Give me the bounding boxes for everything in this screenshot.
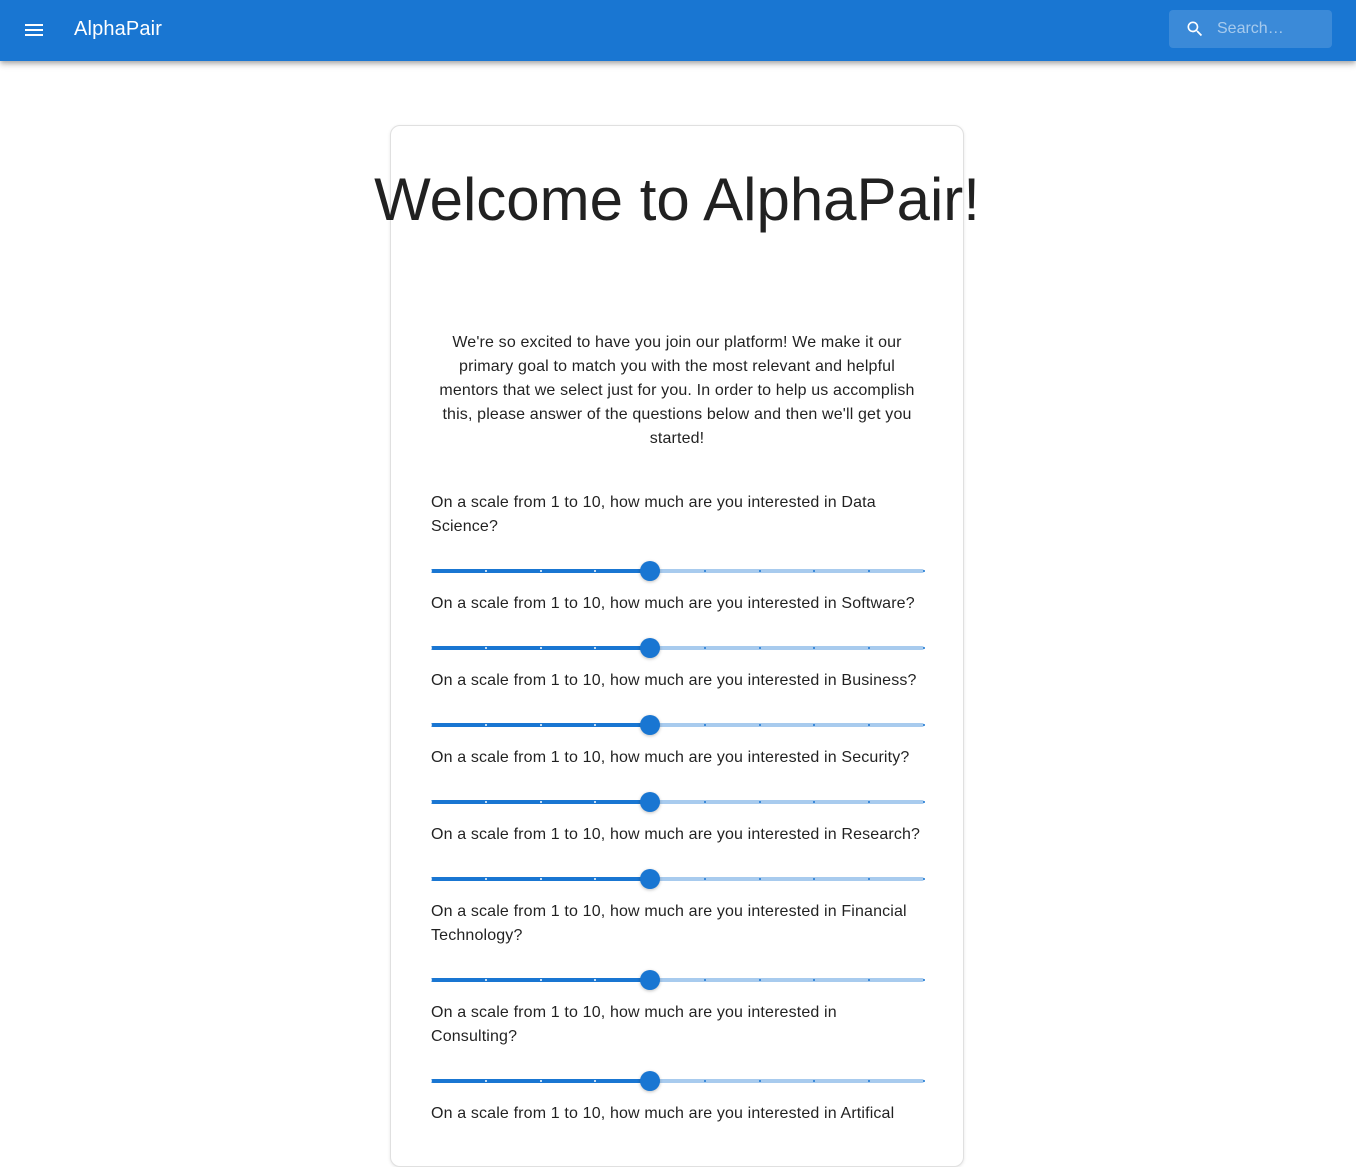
slider-tick-mark: [923, 724, 925, 726]
slider-tick-mark: [539, 570, 542, 572]
slider-tick-mark: [703, 570, 706, 572]
interest-slider[interactable]: [430, 713, 925, 737]
slider-thumb[interactable]: [640, 1071, 661, 1091]
slider-tick-mark: [539, 979, 542, 981]
slider-tick-mark: [703, 878, 706, 880]
slider-tick-mark: [923, 979, 925, 981]
question-label: On a scale from 1 to 10, how much are yo…: [431, 494, 876, 535]
slider-tick-mark: [430, 979, 432, 981]
slider-tick-mark: [539, 724, 542, 726]
slider-tick-mark: [758, 801, 761, 803]
slider-tick-mark: [484, 1080, 487, 1082]
slider-tick-mark: [758, 878, 761, 880]
slider-thumb[interactable]: [640, 638, 661, 658]
page-title: Welcome to AlphaPair!: [374, 166, 980, 233]
slider-tick-mark: [703, 1080, 706, 1082]
slider-tick-mark: [758, 647, 761, 649]
slider-tick-mark: [923, 878, 925, 880]
search-icon: [1187, 21, 1203, 37]
search-box[interactable]: [1169, 10, 1332, 48]
menu-icon: [25, 24, 43, 36]
app-bar: AlphaPair: [0, 0, 1356, 61]
interest-slider[interactable]: [430, 559, 925, 583]
slider-tick-mark: [430, 570, 432, 572]
slider-thumb[interactable]: [640, 869, 661, 889]
interest-slider[interactable]: [430, 867, 925, 891]
slider-tick-mark: [758, 724, 761, 726]
question-label: On a scale from 1 to 10, how much are yo…: [431, 672, 917, 689]
slider-tick-mark: [539, 1080, 542, 1082]
search-input[interactable]: [1217, 10, 1327, 48]
slider-tick-mark: [539, 878, 542, 880]
slider-thumb[interactable]: [640, 561, 661, 581]
interest-slider[interactable]: [430, 968, 925, 992]
question-label: On a scale from 1 to 10, how much are yo…: [431, 826, 921, 843]
slider-tick-mark: [923, 647, 925, 649]
question-label: On a scale from 1 to 10, how much are yo…: [431, 595, 915, 612]
question-label: On a scale from 1 to 10, how much are yo…: [431, 1004, 837, 1045]
slider-tick-mark: [703, 647, 706, 649]
question-label: On a scale from 1 to 10, how much are yo…: [431, 1105, 895, 1122]
interest-slider[interactable]: [430, 636, 925, 660]
app-title: AlphaPair: [74, 18, 163, 40]
slider-tick-mark: [703, 801, 706, 803]
slider-tick-mark: [758, 1080, 761, 1082]
slider-thumb[interactable]: [640, 792, 661, 812]
slider-tick-mark: [484, 801, 487, 803]
slider-tick-mark: [484, 724, 487, 726]
slider-tick-mark: [703, 979, 706, 981]
slider-tick-mark: [484, 647, 487, 649]
menu-button[interactable]: [14, 10, 54, 50]
slider-tick-mark: [430, 1080, 432, 1082]
slider-tick-mark: [758, 570, 761, 572]
slider-tick-mark: [758, 979, 761, 981]
slider-tick-mark: [430, 801, 432, 803]
slider-tick-mark: [430, 878, 432, 880]
interest-slider[interactable]: [430, 1069, 925, 1093]
slider-thumb[interactable]: [640, 970, 661, 990]
question-label: On a scale from 1 to 10, how much are yo…: [431, 749, 910, 766]
slider-tick-mark: [430, 724, 432, 726]
intro-text: We're so excited to have you join our pl…: [439, 334, 915, 447]
slider-tick-mark: [923, 1080, 925, 1082]
slider-thumb[interactable]: [640, 715, 661, 735]
slider-tick-mark: [923, 570, 925, 572]
interest-slider[interactable]: [430, 790, 925, 814]
slider-tick-mark: [484, 570, 487, 572]
slider-tick-mark: [484, 878, 487, 880]
slider-tick-mark: [484, 979, 487, 981]
slider-tick-mark: [539, 801, 542, 803]
slider-tick-mark: [430, 647, 432, 649]
slider-tick-mark: [539, 647, 542, 649]
slider-tick-mark: [703, 724, 706, 726]
question-label: On a scale from 1 to 10, how much are yo…: [431, 903, 907, 944]
slider-tick-mark: [923, 801, 925, 803]
